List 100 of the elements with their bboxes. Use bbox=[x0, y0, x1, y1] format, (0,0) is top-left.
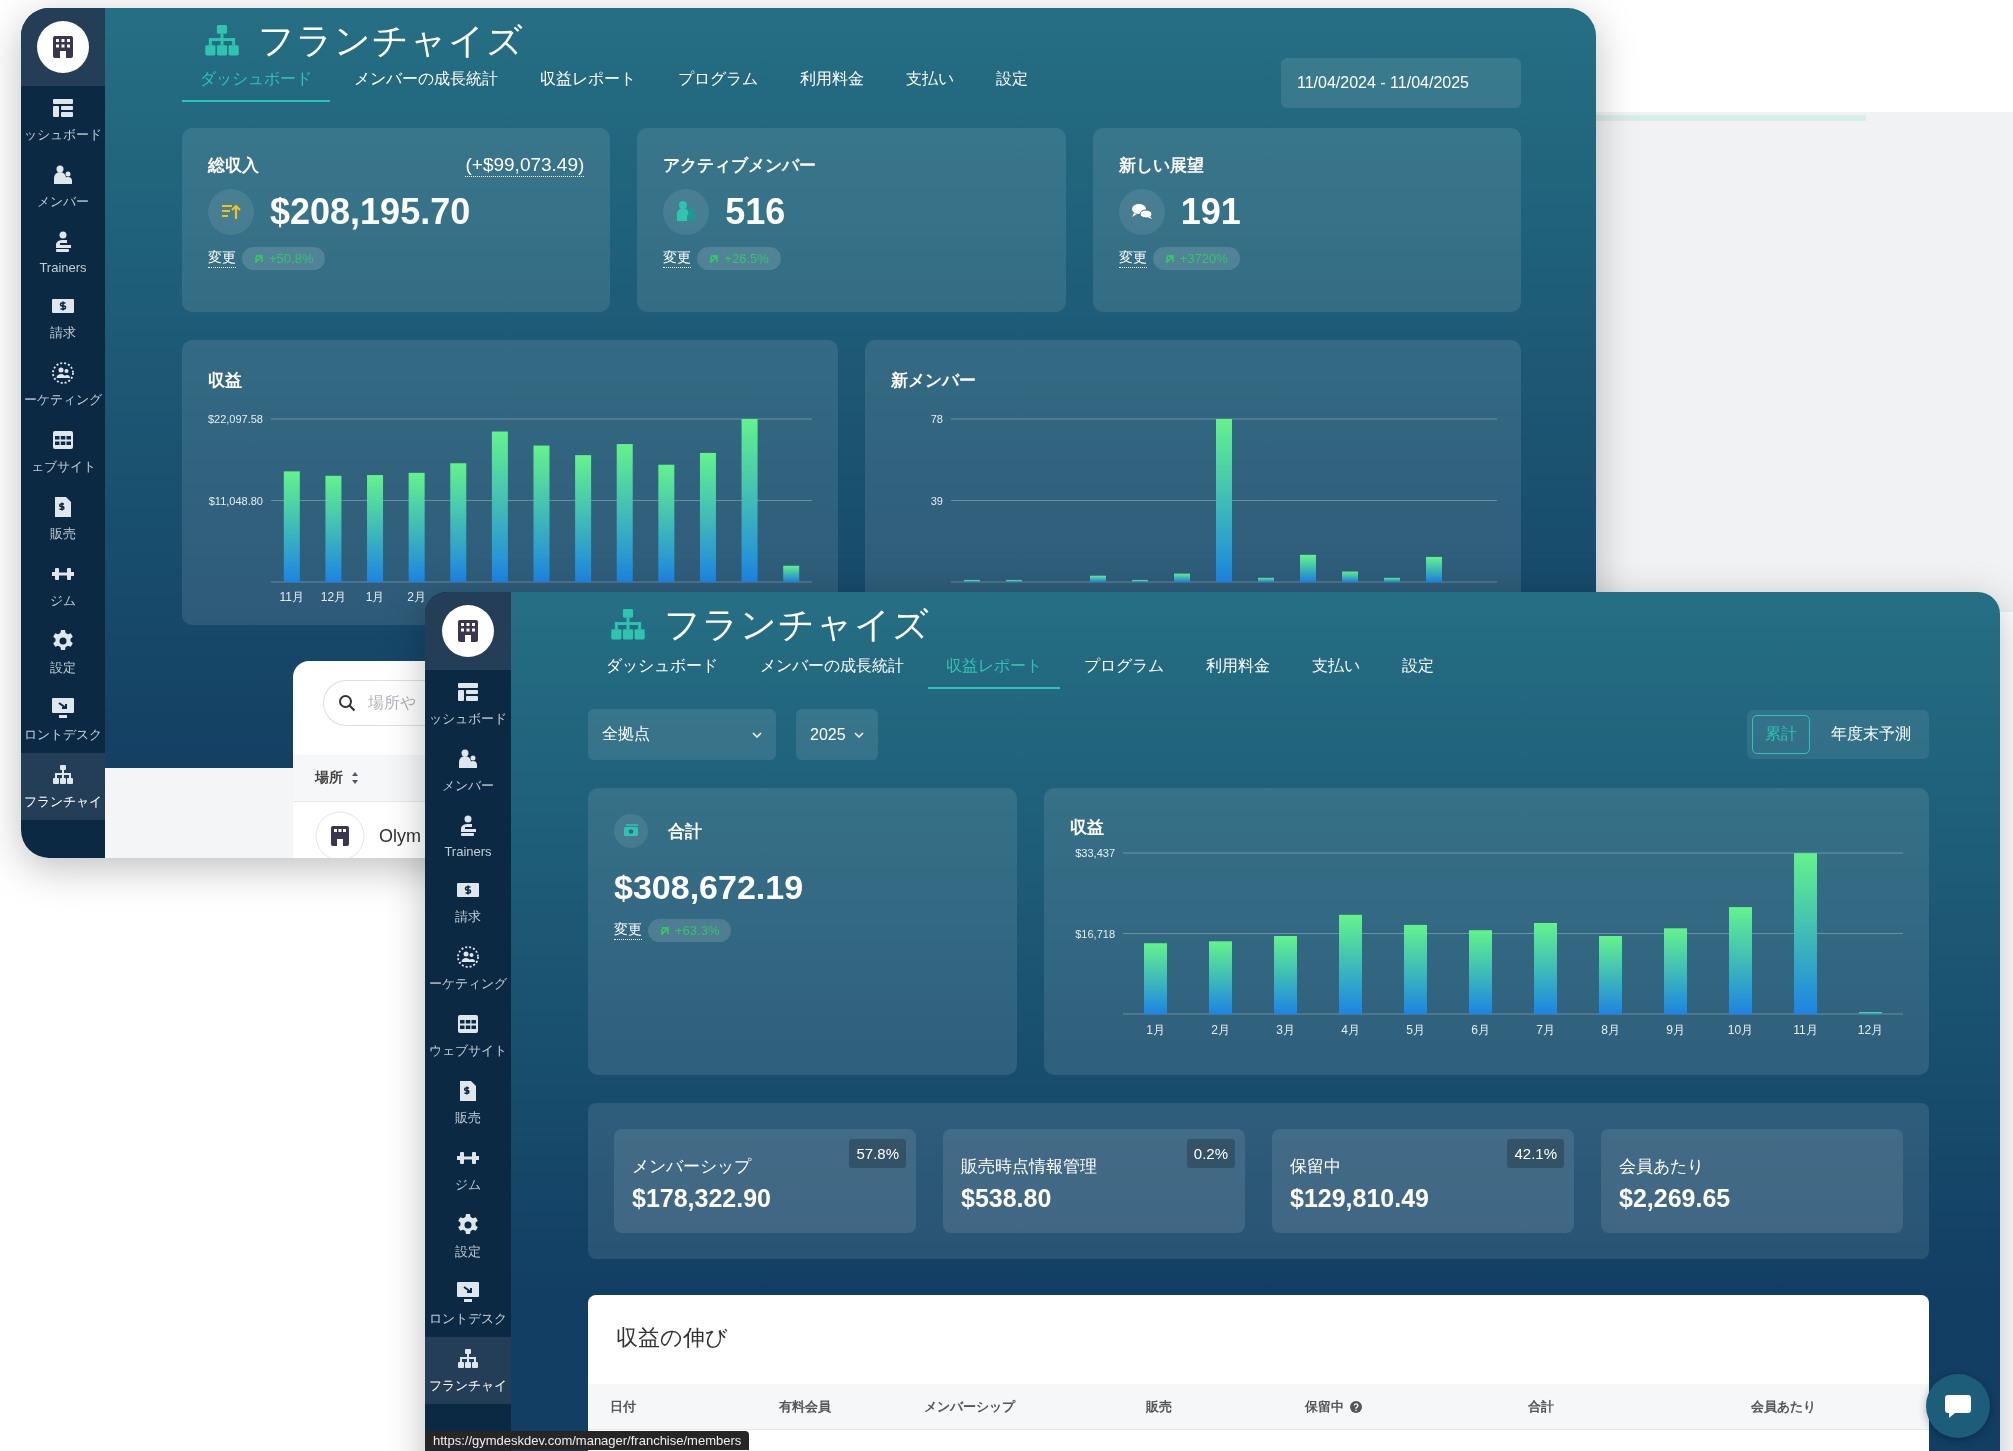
axis-tick-label: 78 bbox=[930, 413, 943, 425]
column-header[interactable]: 場所 bbox=[315, 769, 343, 787]
revenue-delta: (+$99,073.49) bbox=[465, 154, 585, 177]
total-value: $308,672.19 bbox=[614, 868, 805, 907]
bar bbox=[1342, 571, 1358, 582]
tab[interactable]: メンバーの成長統計 bbox=[742, 650, 922, 689]
breakdown-label: 保留中 bbox=[1290, 1156, 1341, 1178]
tab[interactable]: 利用料金 bbox=[782, 63, 882, 102]
column-header[interactable]: 合計 bbox=[1528, 1397, 1554, 1416]
axis-tick-label: $16,718 bbox=[1075, 927, 1115, 940]
change-percent: +3720% bbox=[1179, 251, 1228, 266]
monitor-icon bbox=[456, 1280, 480, 1304]
toggle-button[interactable]: 年度末予測 bbox=[1818, 715, 1924, 754]
building-icon[interactable] bbox=[441, 604, 495, 658]
axis-category-label: 12月 bbox=[1857, 1023, 1884, 1037]
bar bbox=[783, 565, 800, 582]
sitemap-icon bbox=[610, 609, 646, 641]
column-header[interactable]: メンバーシップ bbox=[924, 1397, 1015, 1416]
tab[interactable]: 設定 bbox=[978, 63, 1046, 102]
breakdown-value: $178,322.90 bbox=[632, 1184, 773, 1213]
share-badge: 57.8% bbox=[849, 1139, 906, 1168]
trend-arrow-icon bbox=[709, 253, 720, 264]
column-header[interactable]: 保留中 bbox=[1305, 1397, 1344, 1416]
column-header[interactable]: 会員あたり bbox=[1751, 1397, 1816, 1416]
stat-title: アクティブメンバー bbox=[663, 155, 817, 177]
column-header[interactable]: 日付 bbox=[610, 1397, 636, 1416]
sidebar-item[interactable]: 請求 bbox=[425, 868, 511, 935]
sidebar-item[interactable]: ロントデスク bbox=[425, 1270, 511, 1337]
axis-tick-label: $33,437 bbox=[1075, 847, 1115, 859]
sidebar-item[interactable]: Trainers bbox=[21, 220, 105, 284]
column-header[interactable]: 販売 bbox=[1146, 1397, 1172, 1416]
grid-icon bbox=[456, 1012, 480, 1036]
page-title: フランチャイズ bbox=[664, 602, 930, 647]
date-range-field[interactable]: 11/04/2024 - 11/04/2025 bbox=[1281, 58, 1521, 108]
bar bbox=[1132, 579, 1148, 582]
building-icon[interactable] bbox=[36, 20, 90, 74]
sidebar-item[interactable]: ッシュボード bbox=[425, 670, 511, 737]
monitor-icon bbox=[51, 696, 75, 720]
bar bbox=[1174, 573, 1190, 582]
tab[interactable]: ダッシュボード bbox=[588, 650, 736, 689]
tab[interactable]: 設定 bbox=[1384, 650, 1452, 689]
change-percent: +63.3% bbox=[675, 923, 720, 938]
breakdown-value: $538.80 bbox=[961, 1184, 1053, 1213]
settings-icon bbox=[456, 1213, 480, 1237]
axis-category-label: 6月 bbox=[1471, 1023, 1490, 1037]
tab[interactable]: プログラム bbox=[1066, 650, 1182, 689]
sidebar-item[interactable]: フランチャイ bbox=[21, 753, 105, 820]
search-field[interactable]: 場所や bbox=[323, 680, 425, 726]
chevron-down-icon bbox=[752, 731, 762, 738]
axis-category-label: 8月 bbox=[1601, 1023, 1620, 1037]
sort-icon[interactable] bbox=[351, 771, 359, 785]
column-header[interactable]: 有料会員 bbox=[779, 1397, 831, 1416]
sidebar-item[interactable]: メンバー bbox=[425, 737, 511, 804]
sidebar-item[interactable]: ーケティング bbox=[21, 351, 105, 418]
trend-arrow-icon bbox=[254, 253, 264, 264]
sidebar-item[interactable]: ロントデスク bbox=[21, 686, 105, 753]
sitemap-icon bbox=[456, 1347, 480, 1371]
sidebar-item[interactable]: 販売 bbox=[425, 1069, 511, 1136]
tab[interactable]: 利用料金 bbox=[1188, 650, 1288, 689]
sidebar-item[interactable]: フランチャイ bbox=[425, 1337, 511, 1404]
bar bbox=[1006, 579, 1022, 582]
sidebar-item[interactable]: 設定 bbox=[425, 1203, 511, 1270]
tab[interactable]: 収益レポート bbox=[522, 63, 654, 102]
sidebar-item[interactable]: Trainers bbox=[425, 804, 511, 868]
trend-arrow-icon bbox=[1164, 253, 1175, 264]
chart-title: 収益 bbox=[207, 370, 243, 392]
help-icon[interactable] bbox=[1350, 1400, 1362, 1413]
sidebar-item[interactable]: 請求 bbox=[21, 284, 105, 351]
location-name[interactable]: Olym bbox=[379, 825, 421, 847]
total-title: 合計 bbox=[668, 820, 702, 843]
trend-arrow-icon bbox=[660, 925, 670, 936]
tab[interactable]: メンバーの成長統計 bbox=[336, 63, 516, 102]
tab[interactable]: 支払い bbox=[888, 63, 972, 102]
sidebar-item[interactable]: ウェブサイト bbox=[425, 1002, 511, 1069]
sidebar-item[interactable]: 販売 bbox=[21, 485, 105, 552]
search-icon bbox=[338, 694, 356, 712]
change-label: 変更 bbox=[1118, 249, 1147, 268]
axis-category-label: 7月 bbox=[1536, 1023, 1555, 1037]
grid-icon bbox=[51, 428, 75, 452]
table-title: 収益の伸び bbox=[615, 1324, 729, 1352]
sidebar-item[interactable]: ジム bbox=[21, 552, 105, 619]
tab[interactable]: 支払い bbox=[1294, 650, 1378, 689]
bar bbox=[1300, 554, 1316, 582]
people-icon bbox=[456, 747, 480, 771]
sidebar-item[interactable]: 設定 bbox=[21, 619, 105, 686]
axis-category-label: 4月 bbox=[1341, 1023, 1360, 1037]
axis-category-label: 2月 bbox=[407, 590, 426, 604]
year-select[interactable]: 2025 bbox=[796, 709, 878, 760]
sidebar-item[interactable]: ッシュボード bbox=[21, 86, 105, 153]
axis-category-label: 12月 bbox=[320, 590, 347, 604]
stat-value: 191 bbox=[1180, 191, 1241, 233]
sidebar-item[interactable]: ーケティング bbox=[425, 935, 511, 1002]
sidebar-item[interactable]: ェブサイト bbox=[21, 418, 105, 485]
breakdown-value: $129,810.49 bbox=[1290, 1184, 1431, 1213]
tab[interactable]: プログラム bbox=[660, 63, 776, 102]
axis-tick-label: $22,097.58 bbox=[207, 413, 263, 425]
sidebar-item[interactable]: メンバー bbox=[21, 153, 105, 220]
sidebar-item[interactable]: ジム bbox=[425, 1136, 511, 1203]
axis-category-label: 1月 bbox=[365, 590, 385, 604]
location-select[interactable]: 全拠点 bbox=[588, 709, 776, 760]
